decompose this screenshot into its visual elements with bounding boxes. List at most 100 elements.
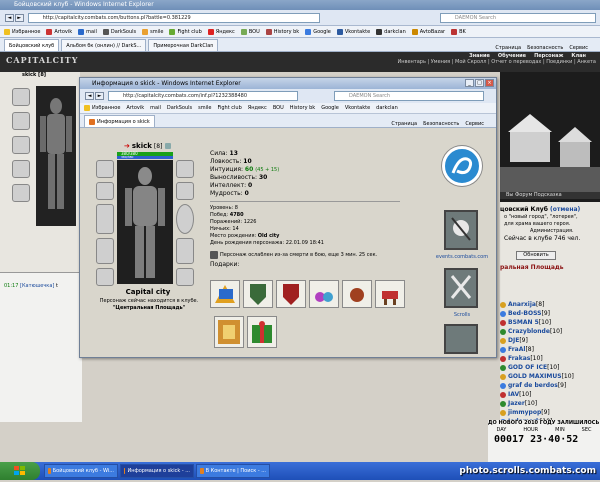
player-row[interactable]: DJE[9] — [500, 336, 600, 345]
popup-url-input[interactable]: http://capitalcity.combats.com/inf.pl?12… — [108, 91, 298, 101]
equip-slot-belt[interactable] — [96, 268, 114, 286]
player-name[interactable]: Crazyblonde — [508, 328, 550, 335]
player-name[interactable]: IAV — [508, 391, 519, 398]
equip-slot-rings[interactable] — [176, 182, 194, 200]
task-button[interactable]: В Контакте | Поиск - ... — [196, 464, 270, 478]
equip-slot[interactable] — [12, 136, 30, 154]
equip-slot[interactable] — [12, 112, 30, 130]
location-links[interactable]: Вы Форум Подсказка — [500, 192, 600, 199]
fav-link[interactable]: mail — [150, 105, 161, 111]
minimize-icon[interactable]: _ — [465, 79, 474, 87]
player-row[interactable]: GOLD MAXIMUS[10] — [500, 372, 600, 381]
fav-link[interactable]: History bk — [265, 28, 299, 35]
player-row[interactable]: jimmypop[9] — [500, 408, 600, 417]
menu-tools[interactable]: Сервис — [569, 45, 588, 51]
gift-horse-icon[interactable] — [375, 280, 405, 308]
equip-slot-helmet[interactable] — [96, 160, 114, 178]
player-row[interactable]: Frakas[10] — [500, 354, 600, 363]
scrolls-link[interactable]: Scrolls — [432, 312, 492, 319]
club-cancel-link[interactable]: (отмена) — [550, 206, 580, 213]
player-row[interactable]: BSMAN 5[10] — [500, 318, 600, 327]
player-row[interactable]: Jazer[10] — [500, 399, 600, 408]
equip-slot-necklace[interactable] — [96, 182, 114, 200]
fav-link[interactable]: smile — [142, 28, 163, 35]
start-button[interactable] — [0, 462, 40, 480]
info-icon[interactable] — [165, 143, 172, 149]
equip-slot[interactable] — [12, 184, 30, 202]
equip-slot[interactable] — [12, 88, 30, 106]
fav-link[interactable]: Fight club — [217, 105, 241, 111]
gift-shield-icon[interactable] — [243, 280, 273, 308]
fav-link[interactable]: Яндекс — [248, 105, 267, 111]
outer-search-input[interactable]: DAEMON Search — [439, 12, 597, 23]
back-icon[interactable]: ◄ — [85, 92, 94, 100]
outer-url-input[interactable]: http://capitalcity.combats.com/buttons.p… — [27, 12, 320, 23]
equip-slot-armor[interactable] — [96, 238, 114, 264]
fav-link[interactable]: Vkontakte — [336, 28, 370, 35]
maximize-icon[interactable]: □ — [475, 79, 484, 87]
forward-icon[interactable]: ► — [95, 92, 104, 100]
popup-search-input[interactable]: DAEMON Search — [334, 91, 484, 101]
fav-link[interactable]: BK — [451, 28, 466, 35]
scrolls-banner-icon[interactable] — [444, 268, 478, 308]
char-name[interactable]: skick — [132, 142, 152, 150]
fav-link[interactable]: Artovik — [126, 105, 144, 111]
favorites-button[interactable]: Избранное — [84, 105, 120, 111]
site-subnav[interactable]: Инвентарь | Умения | Мой Скролл | Отчет … — [380, 59, 600, 66]
equip-slot-shield[interactable] — [176, 204, 194, 234]
fav-link[interactable]: mail — [78, 28, 97, 35]
player-name[interactable]: Frakas — [508, 355, 530, 362]
menu-security[interactable]: Безопасность — [527, 45, 563, 51]
fav-link[interactable]: BOU — [273, 105, 284, 111]
gift-banner-icon[interactable] — [276, 280, 306, 308]
clan-banner-icon[interactable] — [444, 324, 478, 354]
fav-link[interactable]: Яндекс — [207, 28, 235, 35]
player-row[interactable]: Anarxija[8] — [500, 300, 600, 309]
fav-link[interactable]: History bk — [290, 105, 315, 111]
fav-link[interactable]: Fight club — [169, 28, 202, 35]
events-link[interactable]: events.combats.com — [432, 254, 492, 261]
fav-link[interactable]: Vkontakte — [345, 105, 370, 111]
gift-bell-icon[interactable] — [210, 280, 240, 308]
player-name[interactable]: Jazer — [508, 400, 525, 407]
tab-album[interactable]: Альбом бк (онлин) // DarkS... — [61, 39, 147, 51]
chat-user[interactable]: [Катюшечка] — [20, 283, 54, 289]
fav-link[interactable]: darkclan — [376, 105, 398, 111]
equip-slot-gloves[interactable] — [176, 238, 194, 264]
fav-link[interactable]: Google — [321, 105, 339, 111]
menu-security[interactable]: Безопасность — [423, 121, 459, 127]
fav-link[interactable]: DarkSouls — [167, 105, 192, 111]
fav-link[interactable]: Google — [305, 28, 331, 35]
menu-page[interactable]: Страница — [391, 121, 417, 127]
back-icon[interactable]: ◄ — [5, 13, 14, 22]
player-name[interactable]: graf de berdos — [508, 382, 558, 389]
clan-banner-icon[interactable] — [444, 210, 478, 250]
player-row[interactable]: graf de berdos[9] — [500, 381, 600, 390]
player-name[interactable]: GOD OF ICE — [508, 364, 547, 371]
player-name[interactable]: BSMAN 5 — [508, 319, 539, 326]
refresh-button[interactable]: Обновить — [516, 251, 556, 260]
gift-fruit-icon[interactable] — [342, 280, 372, 308]
fav-link[interactable]: BOU — [240, 28, 260, 35]
task-button[interactable]: Бойцовский клуб - Wi... — [44, 464, 118, 478]
fav-link[interactable]: smile — [198, 105, 211, 111]
tab-fight-club[interactable]: Бойцовский клуб — [4, 39, 60, 51]
player-row[interactable]: GOD OF ICE[10] — [500, 363, 600, 372]
menu-page[interactable]: Страница — [495, 45, 521, 51]
player-name[interactable]: DJE — [508, 337, 519, 344]
equip-slot-weapon[interactable] — [96, 204, 114, 234]
events-logo-icon[interactable] — [442, 146, 482, 186]
close-icon[interactable]: × — [485, 79, 494, 87]
player-name[interactable]: GOLD MAXIMUS — [508, 373, 562, 380]
tab-darkclan[interactable]: Примерочная DarkClan — [148, 39, 219, 51]
player-name[interactable]: jimmypop — [508, 409, 541, 416]
forward-icon[interactable]: ► — [14, 13, 24, 22]
equip-slot-boots[interactable] — [176, 268, 194, 286]
player-name[interactable]: Bed-BOSS — [508, 310, 541, 317]
task-button[interactable]: Информация о skick - ... — [120, 464, 194, 478]
gift-card-icon[interactable] — [214, 316, 244, 348]
equip-slot[interactable] — [12, 160, 30, 178]
favorites-button[interactable]: Избранное — [4, 28, 40, 35]
menu-tools[interactable]: Сервис — [465, 121, 484, 127]
fav-link[interactable]: darkclan — [376, 28, 406, 35]
